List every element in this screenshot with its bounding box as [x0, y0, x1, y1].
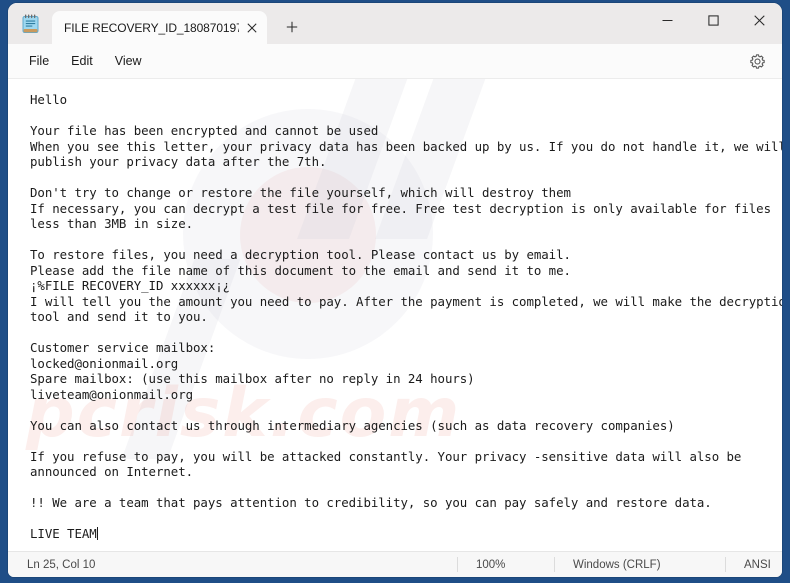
minimize-button[interactable] [644, 3, 690, 37]
menu-bar: File Edit View [8, 44, 782, 79]
menu-item-edit[interactable]: Edit [60, 49, 104, 73]
window-controls [644, 3, 782, 37]
maximize-button[interactable] [690, 3, 736, 37]
text-editor-area[interactable]: pcrisk.com Hello Your file has been encr… [8, 79, 782, 551]
plus-icon [286, 21, 298, 33]
app-icon-container [8, 3, 52, 44]
menu-item-file[interactable]: File [18, 49, 60, 73]
notepad-icon [21, 14, 40, 34]
minimize-icon [662, 19, 672, 21]
gear-icon [749, 53, 765, 69]
close-button[interactable] [736, 3, 782, 37]
text-cursor [96, 527, 98, 540]
settings-button[interactable] [744, 48, 770, 74]
close-icon [753, 14, 765, 26]
maximize-icon [707, 14, 719, 26]
document-tab[interactable]: FILE RECOVERY_ID_180870197840.t [52, 11, 267, 44]
tab-close-icon[interactable] [241, 17, 263, 39]
status-cursor-position: Ln 25, Col 10 [27, 558, 96, 571]
status-bar: Ln 25, Col 10 100% Windows (CRLF) ANSI [8, 551, 782, 577]
status-encoding[interactable]: ANSI [725, 557, 782, 572]
menu-item-view[interactable]: View [104, 49, 153, 73]
tab-title: FILE RECOVERY_ID_180870197840.t [64, 20, 239, 35]
status-zoom-level[interactable]: 100% [457, 557, 554, 572]
title-bar: FILE RECOVERY_ID_180870197840.t [8, 3, 782, 44]
status-line-ending[interactable]: Windows (CRLF) [554, 557, 725, 572]
new-tab-button[interactable] [277, 12, 307, 42]
notepad-window: FILE RECOVERY_ID_180870197840.t [8, 3, 782, 577]
ransom-note-text[interactable]: Hello Your file has been encrypted and c… [8, 79, 782, 542]
